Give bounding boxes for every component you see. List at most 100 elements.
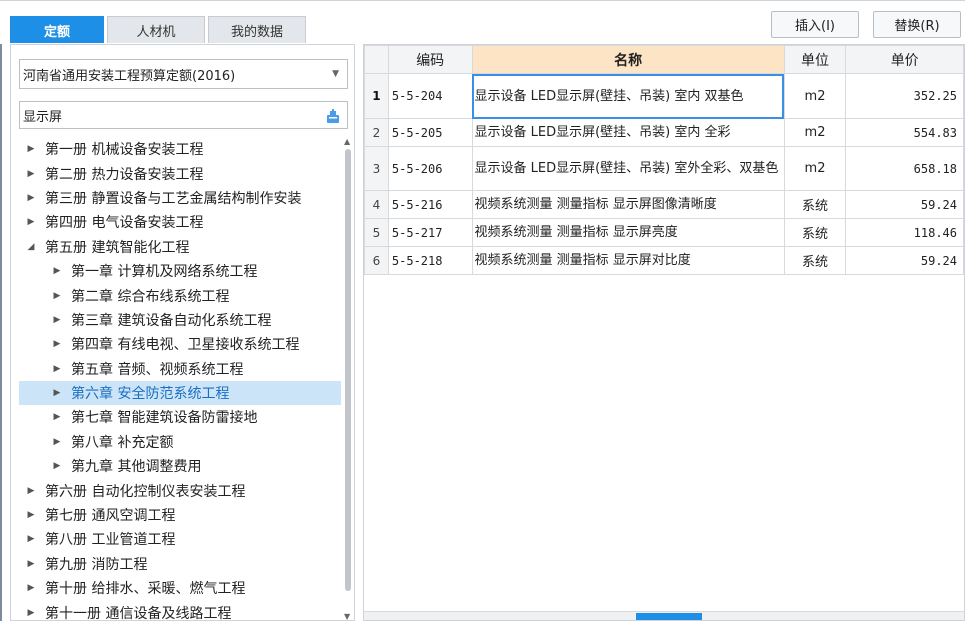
code-cell[interactable]: 5-5-204 — [387, 73, 473, 119]
collapsed-triangle-icon[interactable]: ▶ — [25, 559, 37, 569]
name-cell[interactable]: 视频系统测量 测量指标 显示屏图像清晰度 — [471, 190, 785, 219]
unit-cell[interactable]: 系统 — [783, 246, 847, 275]
collapsed-triangle-icon[interactable]: ▶ — [25, 486, 37, 496]
unit-cell[interactable]: m2 — [783, 118, 847, 147]
quota-grid: 编码 名称 单位 单价 1 5-5-204 显示设备 LED显示屏(壁挂、吊装) 室… — [363, 44, 965, 621]
price-cell[interactable]: 352.25 — [845, 73, 964, 119]
name-cell[interactable]: 视频系统测量 测量指标 显示屏亮度 — [471, 218, 785, 247]
table-row[interactable]: 3 5-5-206 显示设备 LED显示屏(壁挂、吊装) 室外全彩、双基色 m2 658… — [364, 146, 964, 191]
price-cell[interactable]: 658.18 — [845, 146, 964, 191]
tree-node[interactable]: ◢ 第五册 建筑智能化工程 — [19, 235, 341, 259]
collapsed-triangle-icon[interactable]: ▶ — [51, 266, 63, 276]
collapsed-triangle-icon[interactable]: ▶ — [51, 364, 63, 374]
tree-node[interactable]: ▶ 第三章 建筑设备自动化系统工程 — [19, 308, 341, 332]
tree-node-label: 第四册 电气设备安装工程 — [45, 215, 204, 232]
tree-node[interactable]: ▶ 第二章 综合布线系统工程 — [19, 283, 341, 307]
scroll-up-icon[interactable]: ▲ — [344, 137, 350, 146]
tree-node-label: 第五章 音频、视频系统工程 — [71, 361, 244, 378]
collapsed-triangle-icon[interactable]: ▶ — [25, 217, 37, 227]
tree-node[interactable]: ▶ 第五章 音频、视频系统工程 — [19, 357, 341, 381]
tree-node[interactable]: ▶ 第九册 消防工程 — [19, 552, 341, 576]
tree-node[interactable]: ▶ 第九章 其他调整费用 — [19, 454, 341, 478]
code-cell[interactable]: 5-5-205 — [387, 118, 473, 147]
scroll-down-icon[interactable]: ▼ — [344, 612, 350, 621]
unit-cell[interactable]: 系统 — [783, 218, 847, 247]
table-row[interactable]: 4 5-5-216 视频系统测量 测量指标 显示屏图像清晰度 系统 59.24 — [364, 190, 964, 219]
tree-node-label: 第三章 建筑设备自动化系统工程 — [71, 312, 272, 329]
collapsed-triangle-icon[interactable]: ▶ — [51, 437, 63, 447]
collapsed-triangle-icon[interactable]: ▶ — [51, 412, 63, 422]
tree-scrollbar[interactable]: ▲ ▼ — [343, 137, 353, 621]
collapsed-triangle-icon[interactable]: ▶ — [51, 291, 63, 301]
replace-button[interactable]: 替换(R) — [873, 11, 961, 38]
header-index — [364, 45, 389, 74]
header-unit[interactable]: 单位 — [783, 45, 847, 74]
unit-cell[interactable]: m2 — [783, 146, 847, 191]
insert-button[interactable]: 插入(I) — [771, 11, 859, 38]
unit-cell[interactable]: m2 — [783, 73, 847, 119]
table-row[interactable]: 2 5-5-205 显示设备 LED显示屏(壁挂、吊装) 室内 全彩 m2 554.83 — [364, 118, 964, 147]
tree-node[interactable]: ▶ 第一册 机械设备安装工程 — [19, 137, 341, 161]
unit-cell[interactable]: 系统 — [783, 190, 847, 219]
price-cell[interactable]: 554.83 — [845, 118, 964, 147]
tab-quota[interactable]: 定额 — [10, 16, 104, 43]
tree-node[interactable]: ▶ 第一章 计算机及网络系统工程 — [19, 259, 341, 283]
search-input[interactable]: 显示屏 — [19, 101, 348, 129]
grid-horizontal-scrollbar[interactable] — [364, 611, 964, 620]
collapsed-triangle-icon[interactable]: ▶ — [51, 339, 63, 349]
tree-node[interactable]: ▶ 第八册 工业管道工程 — [19, 527, 341, 551]
top-toolbar: 定额 人材机 我的数据 插入(I) 替换(R) — [0, 0, 965, 44]
tree-node[interactable]: ▶ 第十册 给排水、采暖、燃气工程 — [19, 576, 341, 600]
header-name[interactable]: 名称 — [471, 45, 785, 74]
tree-node-label: 第七册 通风空调工程 — [45, 508, 176, 525]
expanded-triangle-icon[interactable]: ◢ — [25, 242, 37, 252]
name-cell[interactable]: 显示设备 LED显示屏(壁挂、吊装) 室外全彩、双基色 — [471, 146, 785, 191]
collapsed-triangle-icon[interactable]: ▶ — [25, 193, 37, 203]
header-price[interactable]: 单价 — [845, 45, 964, 74]
price-cell[interactable]: 59.24 — [845, 190, 964, 219]
tree-node[interactable]: ▶ 第六册 自动化控制仪表安装工程 — [19, 478, 341, 502]
table-row[interactable]: 6 5-5-218 视频系统测量 测量指标 显示屏对比度 系统 59.24 — [364, 246, 964, 275]
tree-node[interactable]: ▶ 第四册 电气设备安装工程 — [19, 210, 341, 234]
table-row[interactable]: 1 5-5-204 显示设备 LED显示屏(壁挂、吊装) 室内 双基色 m2 352.2… — [364, 73, 964, 119]
tab-labor-material-machine[interactable]: 人材机 — [107, 16, 205, 43]
row-index: 3 — [364, 146, 389, 191]
tree-node[interactable]: ▶ 第八章 补充定额 — [19, 430, 341, 454]
library-select[interactable]: 河南省通用安装工程预算定额(2016) ▼ — [19, 59, 348, 89]
tree-node[interactable]: ▶ 第二册 热力设备安装工程 — [19, 161, 341, 185]
tree-node[interactable]: ▶ 第六章 安全防范系统工程 — [19, 380, 341, 406]
price-cell[interactable]: 59.24 — [845, 246, 964, 275]
table-row[interactable]: 5 5-5-217 视频系统测量 测量指标 显示屏亮度 系统 118.46 — [364, 218, 964, 247]
price-cell[interactable]: 118.46 — [845, 218, 964, 247]
scroll-grip[interactable] — [636, 613, 702, 620]
collapsed-triangle-icon[interactable]: ▶ — [25, 583, 37, 593]
code-cell[interactable]: 5-5-218 — [387, 246, 473, 275]
collapsed-triangle-icon[interactable]: ▶ — [25, 534, 37, 544]
code-cell[interactable]: 5-5-217 — [387, 218, 473, 247]
tree-node-label: 第一册 机械设备安装工程 — [45, 142, 204, 159]
tree-node[interactable]: ▶ 第三册 静置设备与工艺金属结构制作安装 — [19, 186, 341, 210]
tree-node[interactable]: ▶ 第七章 智能建筑设备防雷接地 — [19, 405, 341, 429]
collapsed-triangle-icon[interactable]: ▶ — [51, 388, 63, 398]
tree-node[interactable]: ▶ 第十一册 通信设备及线路工程 — [19, 600, 341, 621]
tree-node[interactable]: ▶ 第七册 通风空调工程 — [19, 503, 341, 527]
collapsed-triangle-icon[interactable]: ▶ — [25, 144, 37, 154]
tree-node-label: 第五册 建筑智能化工程 — [45, 239, 190, 256]
collapsed-triangle-icon[interactable]: ▶ — [25, 510, 37, 520]
collapsed-triangle-icon[interactable]: ▶ — [51, 315, 63, 325]
collapsed-triangle-icon[interactable]: ▶ — [25, 608, 37, 618]
tab-my-data[interactable]: 我的数据 — [208, 16, 306, 43]
name-cell[interactable]: 显示设备 LED显示屏(壁挂、吊装) 室内 全彩 — [471, 118, 785, 147]
collapsed-triangle-icon[interactable]: ▶ — [51, 461, 63, 471]
filter-search-icon[interactable] — [325, 108, 341, 124]
name-cell[interactable]: 显示设备 LED显示屏(壁挂、吊装) 室内 双基色 — [471, 73, 785, 119]
header-code[interactable]: 编码 — [387, 45, 473, 74]
tree-scroll-thumb[interactable] — [345, 149, 351, 591]
tree-node[interactable]: ▶ 第四章 有线电视、卫星接收系统工程 — [19, 332, 341, 356]
code-cell[interactable]: 5-5-216 — [387, 190, 473, 219]
collapsed-triangle-icon[interactable]: ▶ — [25, 169, 37, 179]
code-cell[interactable]: 5-5-206 — [387, 146, 473, 191]
name-cell[interactable]: 视频系统测量 测量指标 显示屏对比度 — [471, 246, 785, 275]
chevron-down-icon[interactable]: ▼ — [332, 69, 339, 79]
search-input-value: 显示屏 — [23, 109, 63, 125]
